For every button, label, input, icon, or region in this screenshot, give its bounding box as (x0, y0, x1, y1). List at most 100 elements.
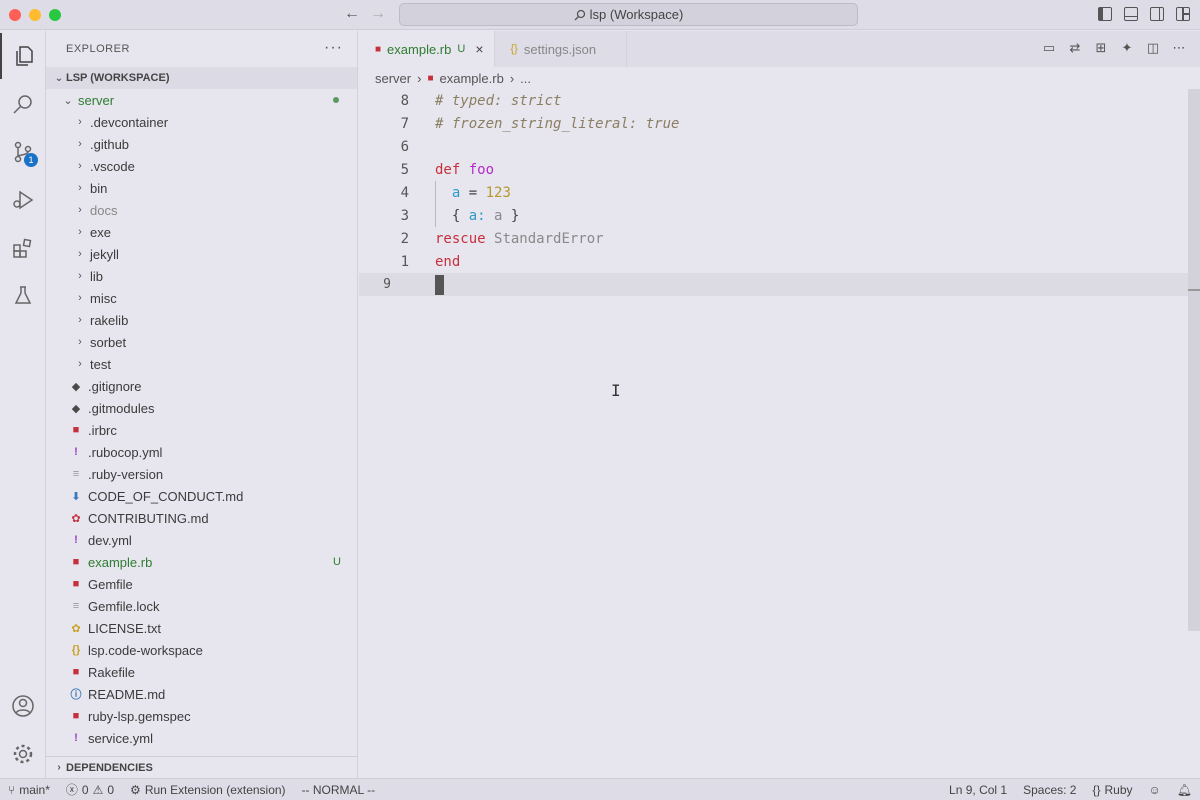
open-changes-icon[interactable]: ▭ (1042, 41, 1056, 55)
tree-file[interactable]: ■ example.rb U (46, 551, 357, 573)
chevron-right-icon: › (78, 116, 82, 128)
tree-file[interactable]: ■ ruby-lsp.gemspec (46, 705, 357, 727)
tree-file[interactable]: ◆ .gitmodules (46, 397, 357, 419)
source-control-icon[interactable]: 1 (0, 129, 46, 175)
error-icon: ⓧ (65, 783, 78, 797)
sparkle-icon[interactable]: ✦ (1120, 41, 1134, 55)
run-debug-icon[interactable] (0, 177, 46, 223)
breadcrumb-folder[interactable]: server (375, 71, 411, 86)
tab-settings-json[interactable]: {} settings.json (494, 31, 628, 67)
tree-file[interactable]: ! service.yml (46, 727, 357, 749)
tree-folder[interactable]: › test (46, 353, 357, 375)
extensions-icon[interactable] (0, 225, 46, 271)
tree-folder[interactable]: › sorbet (46, 331, 357, 353)
tree-item-label: rakelib (90, 312, 129, 328)
close-tab-icon[interactable]: × (475, 41, 483, 57)
toggle-secondary-sidebar-icon[interactable] (1150, 7, 1164, 21)
code-line: 1 end (359, 250, 1200, 273)
modified-dot-icon (333, 97, 339, 103)
code-line-current: 9 (359, 273, 1200, 296)
tab-example-rb[interactable]: ■ example.rb U × (359, 31, 495, 67)
text-icon: ≡ (72, 600, 80, 612)
workspace-name: LSP (WORKSPACE) (66, 72, 170, 84)
customize-layout-icon[interactable] (1176, 7, 1190, 21)
ruby-icon: ■ (72, 578, 80, 590)
notifications-bell-icon[interactable]: 🔔︎ (1169, 783, 1200, 797)
tree-folder[interactable]: › lib (46, 265, 357, 287)
copilot-icon[interactable]: ☺ (1141, 783, 1169, 797)
ruby-icon: ■ (72, 710, 80, 722)
dependencies-section-header[interactable]: › DEPENDENCIES (46, 756, 357, 778)
toggle-panel-icon[interactable] (1124, 7, 1138, 21)
vim-mode-status: -- NORMAL -- (301, 782, 376, 797)
maximize-window-button[interactable] (49, 9, 61, 21)
chevron-right-icon: › (78, 292, 82, 304)
brace: { (451, 207, 461, 224)
testing-flask-icon[interactable] (0, 273, 46, 319)
more-actions-icon[interactable]: ··· (324, 39, 343, 57)
tree-item-label: Rakefile (88, 664, 135, 680)
open-file-icon[interactable]: ⊞ (1094, 41, 1108, 55)
tree-file[interactable]: ◆ .gitignore (46, 375, 357, 397)
forward-arrow-icon[interactable]: → (368, 5, 388, 23)
line-number: 8 (400, 92, 409, 109)
breadcrumb: server › ■ example.rb › ... (359, 67, 1200, 89)
editor-scrollbar[interactable] (1188, 89, 1200, 631)
tree-folder[interactable]: › .vscode (46, 155, 357, 177)
brace: } (510, 207, 520, 224)
explorer-icon[interactable] (0, 33, 46, 79)
language-mode-status[interactable]: {} Ruby (1084, 783, 1140, 797)
tree-folder[interactable]: › rakelib (46, 309, 357, 331)
tree-folder[interactable]: › .github (46, 133, 357, 155)
workspace-section-header[interactable]: ⌄ LSP (WORKSPACE) (46, 67, 357, 89)
tree-file[interactable]: ⓘ README.md (46, 683, 357, 705)
tree-file[interactable]: ⬇ CODE_OF_CONDUCT.md (46, 485, 357, 507)
branch-status[interactable]: ⑂ main* (0, 783, 58, 797)
ribbon-icon: ✿ (71, 512, 81, 525)
tree-folder[interactable]: › bin (46, 177, 357, 199)
tree-folder[interactable]: › misc (46, 287, 357, 309)
tree-folder-server[interactable]: ⌄ server (46, 89, 357, 111)
tree-file[interactable]: ! dev.yml (46, 529, 357, 551)
chevron-right-icon: › (78, 204, 82, 216)
accounts-icon[interactable] (0, 683, 46, 729)
line-number: 2 (400, 230, 409, 247)
line-number: 6 (400, 138, 409, 155)
tree-file[interactable]: ≡ .ruby-version (46, 463, 357, 485)
tree-file[interactable]: ■ Rakefile (46, 661, 357, 683)
split-editor-icon[interactable]: ◫ (1146, 41, 1160, 55)
close-window-button[interactable] (9, 9, 21, 21)
toggle-primary-sidebar-icon[interactable] (1098, 7, 1112, 21)
breadcrumb-file[interactable]: example.rb (440, 71, 504, 86)
tree-item-label: README.md (88, 686, 166, 702)
tree-item-label: bin (90, 180, 108, 196)
tree-file[interactable]: ■ Gemfile (46, 573, 357, 595)
tree-folder[interactable]: › docs (46, 199, 357, 221)
breadcrumb-more[interactable]: ... (520, 71, 531, 86)
code-editor[interactable]: 8 # typed: strict 7 # frozen_string_lite… (359, 89, 1200, 400)
command-center[interactable]: lsp (Workspace) (399, 3, 858, 26)
tree-file[interactable]: ≡ Gemfile.lock (46, 595, 357, 617)
minimize-window-button[interactable] (29, 9, 41, 21)
indentation-status[interactable]: Spaces: 2 (1015, 783, 1084, 797)
compare-icon[interactable]: ⇄ (1068, 41, 1082, 55)
tree-item-label: .gitignore (88, 378, 142, 394)
tree-folder[interactable]: › exe (46, 221, 357, 243)
run-extension-status[interactable]: ⚙ Run Extension (extension) (122, 783, 294, 797)
tree-file[interactable]: ✿ LICENSE.txt (46, 617, 357, 639)
search-icon[interactable] (0, 81, 46, 127)
back-arrow-icon[interactable]: ← (342, 5, 362, 23)
tree-file[interactable]: {} lsp.code-workspace (46, 639, 357, 661)
tree-folder[interactable]: › jekyll (46, 243, 357, 265)
code-line: 3 { a: a } (359, 204, 1200, 227)
problems-status[interactable]: ⓧ 0 ⚠ 0 (58, 781, 122, 798)
chevron-right-icon: › (78, 336, 82, 348)
more-actions-icon[interactable]: ⋯ (1172, 41, 1186, 55)
tree-file[interactable]: ✿ CONTRIBUTING.md (46, 507, 357, 529)
cursor-position-status[interactable]: Ln 9, Col 1 (941, 783, 1015, 797)
chevron-down-icon: ⌄ (54, 72, 64, 84)
manage-gear-icon[interactable] (0, 731, 46, 777)
tree-file[interactable]: ! .rubocop.yml (46, 441, 357, 463)
tree-folder[interactable]: › .devcontainer (46, 111, 357, 133)
tree-file[interactable]: ■ .irbrc (46, 419, 357, 441)
